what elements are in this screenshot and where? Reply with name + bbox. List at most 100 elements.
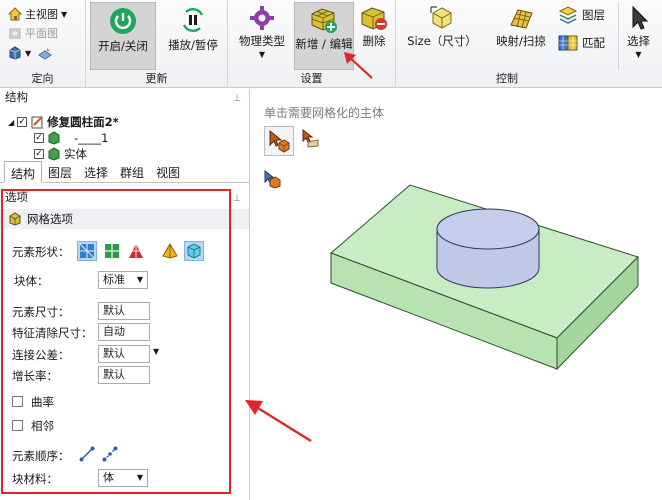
linear-order-button[interactable] (77, 444, 97, 464)
chevron-down-icon[interactable]: ▼ (153, 347, 159, 356)
growth-rate-label: 增长率： (12, 369, 58, 383)
play-pause-icon (182, 8, 204, 32)
shape-quad-button[interactable] (77, 241, 97, 261)
mesh-options-icon (9, 212, 21, 226)
hex-mesh-icon (187, 243, 201, 259)
component-icon (48, 131, 60, 145)
tree-checkbox[interactable]: ✓ (34, 133, 44, 143)
select-body-tool[interactable] (264, 126, 294, 156)
app-window: 主视图 ▼ 平面图 ▼ 定向 开启/关闭 播放/暂停 更新 物理类型 ▼ 新增 … (0, 0, 662, 500)
block-material-label: 块材料： (12, 472, 58, 486)
connect-tolerance-label: 连接公差： (12, 348, 70, 362)
tab-structure[interactable]: 结构 (4, 161, 43, 183)
quadratic-element-icon (102, 446, 118, 462)
ribbon-group-orientation: 主视图 ▼ 平面图 ▼ 定向 (0, 0, 86, 88)
tab-layer[interactable]: 图层 (42, 161, 78, 182)
panel-tab-bar: 结构 图层 选择 群组 视图 (0, 161, 249, 183)
group-label-update: 更新 (145, 72, 168, 85)
structure-panel-title: 结构 ⊥ (0, 89, 249, 105)
tree-node-solid[interactable]: ✓ 实体 (34, 146, 87, 162)
group-label-control: 控制 (496, 72, 518, 85)
home-icon (8, 7, 22, 21)
curvature-checkbox[interactable] (12, 396, 23, 407)
element-size-label: 元素尺寸： (12, 305, 70, 319)
tree-checkbox[interactable]: ✓ (34, 149, 44, 159)
connect-tolerance-field[interactable]: 默认 (98, 345, 150, 363)
block-select[interactable]: 标准 ▼ (98, 271, 148, 289)
left-panel: 结构 ⊥ ◢ ✓ 修复圆柱面2* ✓ -____1 ✓ 实体 结构 图层 选择 … (0, 89, 250, 500)
expand-icon[interactable]: ◢ (8, 118, 14, 127)
main-view-button[interactable]: 主视图 ▼ (8, 5, 67, 23)
tree-node-root[interactable]: ◢ ✓ 修复圆柱面2* (8, 114, 119, 130)
map-sweep-button[interactable]: 映射/扫掠 (488, 2, 554, 70)
block-material-select[interactable]: 体 ▼ (98, 469, 148, 487)
power-icon (110, 8, 136, 34)
chevron-down-icon: ▼ (136, 473, 143, 482)
physics-type-button[interactable]: 物理类型 ▼ (232, 2, 292, 70)
options-panel-title: 选项 ⊥ (0, 189, 249, 205)
cylinder-top-face[interactable] (436, 208, 540, 250)
ribbon-group-control: Size（尺寸） 映射/扫掠 图层 匹配 选择 ▼ 控制 (396, 0, 662, 88)
on-off-button[interactable]: 开启/关闭 (90, 2, 156, 70)
shape-quad-tri-button[interactable] (102, 241, 122, 261)
cursor-icon (632, 5, 648, 30)
3d-model[interactable] (329, 183, 641, 373)
feature-clear-field[interactable]: 自动 (98, 323, 150, 341)
view-cube-button[interactable]: ▼ (8, 44, 53, 62)
annotation-arrow-icon (245, 400, 312, 443)
gear-icon (250, 6, 274, 30)
plane-view-button[interactable]: 平面图 (8, 24, 58, 42)
element-shape-label: 元素形状： (12, 245, 70, 259)
play-pause-button[interactable]: 播放/暂停 (160, 2, 226, 70)
group-label-orientation: 定向 (31, 72, 54, 85)
feature-clear-label: 特征清除尺寸： (12, 326, 93, 340)
tri-mesh-icon (129, 244, 143, 258)
shape-tri-button[interactable] (126, 241, 146, 261)
chevron-down-icon: ▼ (61, 9, 68, 19)
quad-tri-mesh-icon (105, 244, 119, 258)
match-button[interactable]: 匹配 (558, 33, 605, 53)
tab-select[interactable]: 选择 (78, 161, 114, 182)
mesh-delete-icon (361, 7, 387, 30)
size-icon (430, 6, 452, 29)
viewport-hint: 单击需要网格化的主体 (264, 106, 385, 120)
chevron-down-icon: ▼ (136, 275, 143, 284)
chevron-down-icon: ▼ (635, 50, 642, 59)
sweep-mesh-icon (510, 9, 533, 29)
block-label: 块体： (14, 274, 49, 288)
tree-node-child1[interactable]: ✓ -____1 (34, 131, 108, 145)
3d-viewport[interactable]: 单击需要网格化的主体 (245, 89, 662, 500)
tree-checkbox[interactable]: ✓ (17, 117, 28, 127)
tab-view[interactable]: 视图 (150, 161, 186, 182)
ribbon-group-update: 开启/关闭 播放/暂停 更新 (86, 0, 228, 88)
chevron-down-icon: ▼ (258, 50, 266, 59)
quad-mesh-icon (79, 243, 95, 259)
element-order-label: 元素顺序： (12, 449, 70, 463)
select-body-icon (269, 129, 290, 153)
quadratic-order-button[interactable] (100, 444, 120, 464)
layer-button[interactable]: 图层 (558, 6, 605, 24)
select-edge-icon (264, 169, 281, 189)
plane-view-icon (9, 28, 21, 39)
size-button[interactable]: Size（尺寸） (400, 2, 484, 70)
proximity-checkbox[interactable] (12, 420, 23, 431)
ribbon-toolbar: 主视图 ▼ 平面图 ▼ 定向 开启/关闭 播放/暂停 更新 物理类型 ▼ 新增 … (0, 0, 662, 88)
design-icon (31, 116, 43, 129)
solid-body-icon (48, 147, 60, 161)
mesh-options-header: 网格选项 (0, 209, 249, 229)
select-face-tool[interactable] (299, 127, 321, 149)
tab-group[interactable]: 群组 (114, 161, 150, 182)
pin-icon[interactable]: ⊥ (233, 191, 241, 207)
annotation-arrow-icon (344, 52, 373, 79)
chevron-down-icon: ▼ (25, 48, 32, 58)
snap-view-icon (38, 48, 53, 60)
pin-icon[interactable]: ⊥ (233, 91, 241, 107)
shape-tet-button[interactable] (160, 241, 180, 261)
element-size-field[interactable]: 默认 (98, 302, 150, 320)
select-edge-tool[interactable] (261, 168, 283, 190)
cube-icon (9, 46, 21, 60)
select-face-icon (302, 128, 319, 148)
select-button[interactable]: 选择 ▼ (618, 2, 658, 70)
growth-rate-field[interactable]: 默认 (98, 366, 150, 384)
shape-hex-button[interactable] (184, 241, 204, 261)
